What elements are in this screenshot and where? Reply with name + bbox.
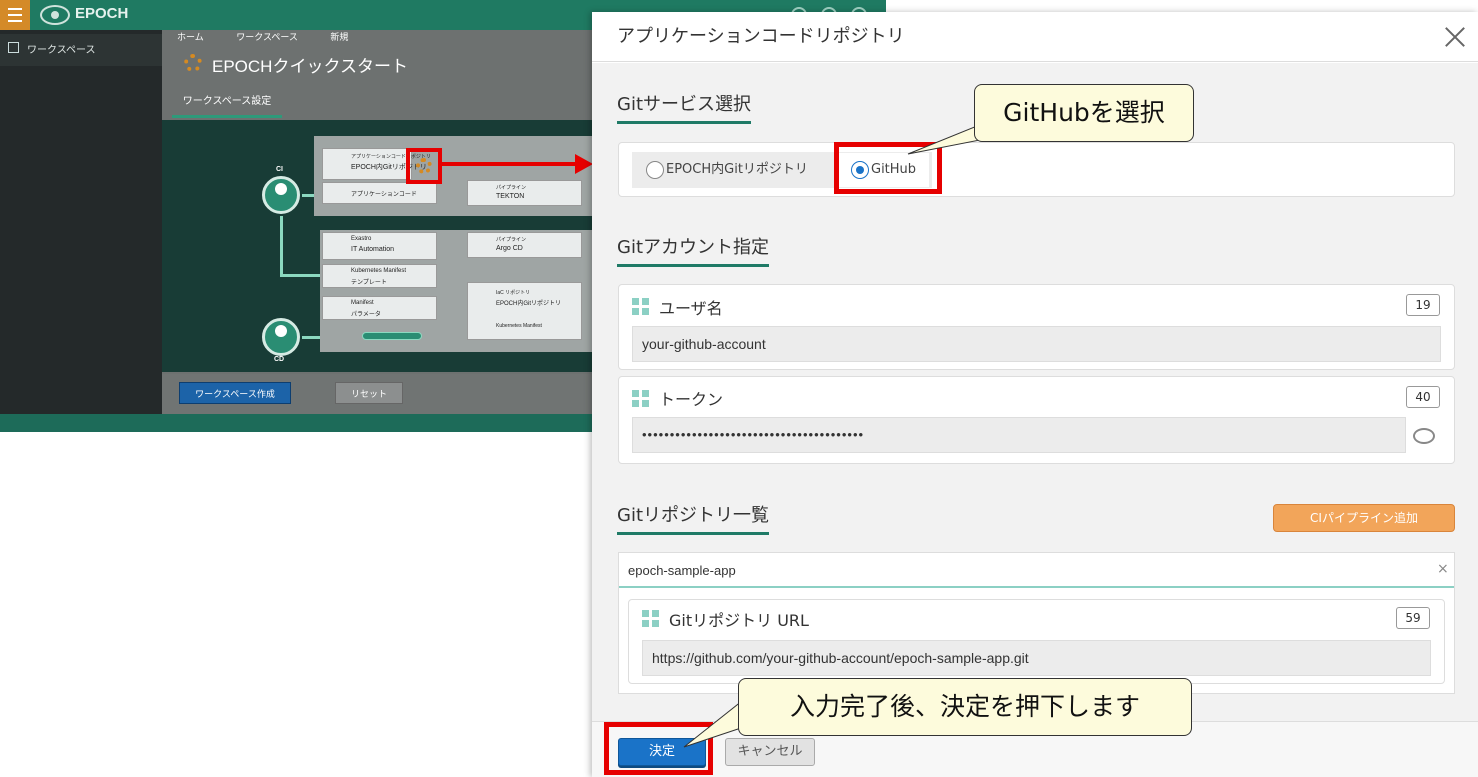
repo-name-row: epoch-sample-app × bbox=[619, 553, 1454, 588]
repo-url-label: Gitリポジトリ URL bbox=[669, 611, 809, 630]
ci-user-icon bbox=[262, 176, 300, 214]
callout-select-github: GitHubを選択 bbox=[974, 84, 1194, 142]
repo-item: epoch-sample-app × Gitリポジトリ URL 59 https… bbox=[618, 552, 1455, 694]
sidebar: ワークスペース bbox=[0, 30, 162, 414]
grip-icon bbox=[632, 298, 650, 316]
cd-user-icon bbox=[262, 318, 300, 356]
manifest-param-card[interactable]: Manifest パラメータ bbox=[322, 296, 437, 320]
gear-icon bbox=[184, 54, 202, 72]
username-count-badge: 19 bbox=[1406, 294, 1440, 316]
hamburger-menu-icon[interactable] bbox=[0, 0, 30, 30]
token-label: トークン bbox=[659, 390, 724, 409]
username-input[interactable]: your-github-account bbox=[632, 326, 1441, 362]
breadcrumb-workspace[interactable]: ワークスペース bbox=[236, 32, 298, 42]
repo-name-input[interactable]: epoch-sample-app bbox=[628, 563, 736, 578]
show-password-icon[interactable] bbox=[1413, 428, 1435, 444]
radio-circle[interactable] bbox=[646, 161, 664, 179]
gear-highlight-box bbox=[406, 148, 442, 184]
git-service-heading: Gitサービス選択 bbox=[617, 90, 752, 124]
reset-button[interactable]: リセット bbox=[335, 382, 403, 404]
arrow-head-icon bbox=[575, 154, 593, 174]
callout-submit: 入力完了後、決定を押下します bbox=[738, 678, 1192, 736]
k8s-template-card[interactable]: Kubernetes Manifest テンプレート bbox=[322, 264, 437, 288]
git-service-panel: EPOCH内Gitリポジトリ GitHub bbox=[618, 142, 1455, 197]
grip-icon bbox=[632, 390, 650, 408]
git-repo-list-heading: Gitリポジトリ一覧 bbox=[617, 501, 770, 535]
radio-epoch-git[interactable]: EPOCH内Gitリポジトリ bbox=[632, 153, 808, 187]
token-field: トークン 40 ••••••••••••••••••••••••••••••••… bbox=[618, 376, 1455, 464]
repo-url-input[interactable]: https://github.com/your-github-account/e… bbox=[642, 640, 1431, 676]
app-code-row[interactable]: アプリケーションコード bbox=[322, 182, 437, 204]
app-code-repo-card[interactable]: アプリケーションコードリポジトリ EPOCH内Gitリポジトリ bbox=[322, 148, 431, 180]
highlight-arrow bbox=[442, 162, 577, 166]
workspace-icon bbox=[8, 42, 19, 53]
cd-label: CD bbox=[274, 356, 285, 363]
modal-header: アプリケーションコードリポジトリ bbox=[592, 12, 1478, 62]
iac-repo-card[interactable]: IaC リポジトリ EPOCH内Gitリポジトリ Kubernetes Mani… bbox=[467, 282, 582, 340]
it-automation-card[interactable]: Exastro IT Automation bbox=[322, 232, 437, 260]
add-ci-pipeline-button[interactable]: CIパイプライン追加 bbox=[1273, 504, 1455, 532]
tab-workspace-settings[interactable]: ワークスペース設定 bbox=[172, 88, 282, 118]
repo-url-field: Gitリポジトリ URL 59 https://github.com/your-… bbox=[628, 599, 1445, 684]
breadcrumb: ホーム ワークスペース 新規 bbox=[177, 30, 378, 44]
pipeline-tekton-card[interactable]: パイプライン TEKTON bbox=[467, 180, 582, 206]
token-input[interactable]: •••••••••••••••••••••••••••••••••••••••• bbox=[632, 417, 1406, 453]
sidebar-item-label: ワークスペース bbox=[27, 45, 96, 56]
username-field: ユーザ名 19 your-github-account bbox=[618, 284, 1455, 370]
breadcrumb-home[interactable]: ホーム bbox=[177, 32, 204, 42]
close-icon[interactable] bbox=[1442, 24, 1468, 50]
page-title: EPOCHクイックスタート bbox=[212, 57, 408, 76]
grip-icon bbox=[642, 610, 660, 628]
modal-body: Gitサービス選択 EPOCH内Gitリポジトリ GitHub Gitアカウント… bbox=[592, 63, 1478, 721]
argo-cd-card[interactable]: パイプライン Argo CD bbox=[467, 232, 582, 258]
modal-title: アプリケーションコードリポジトリ bbox=[617, 26, 905, 47]
git-account-heading: Gitアカウント指定 bbox=[617, 233, 770, 267]
epoch-logo-icon bbox=[40, 5, 70, 25]
remove-repo-icon[interactable]: × bbox=[1437, 561, 1449, 577]
create-workspace-button[interactable]: ワークスペース作成 bbox=[179, 382, 291, 404]
breadcrumb-new: 新規 bbox=[330, 32, 349, 42]
token-count-badge: 40 bbox=[1406, 386, 1440, 408]
repo-url-count-badge: 59 bbox=[1396, 607, 1430, 629]
sidebar-item-workspace[interactable]: ワークスペース bbox=[0, 34, 162, 66]
ci-label: CI bbox=[276, 166, 283, 173]
radio-label-epoch: EPOCH内Gitリポジトリ bbox=[666, 162, 808, 177]
username-label: ユーザ名 bbox=[659, 299, 723, 318]
app-logo: EPOCH bbox=[75, 5, 129, 22]
gear-icon[interactable] bbox=[416, 158, 432, 174]
